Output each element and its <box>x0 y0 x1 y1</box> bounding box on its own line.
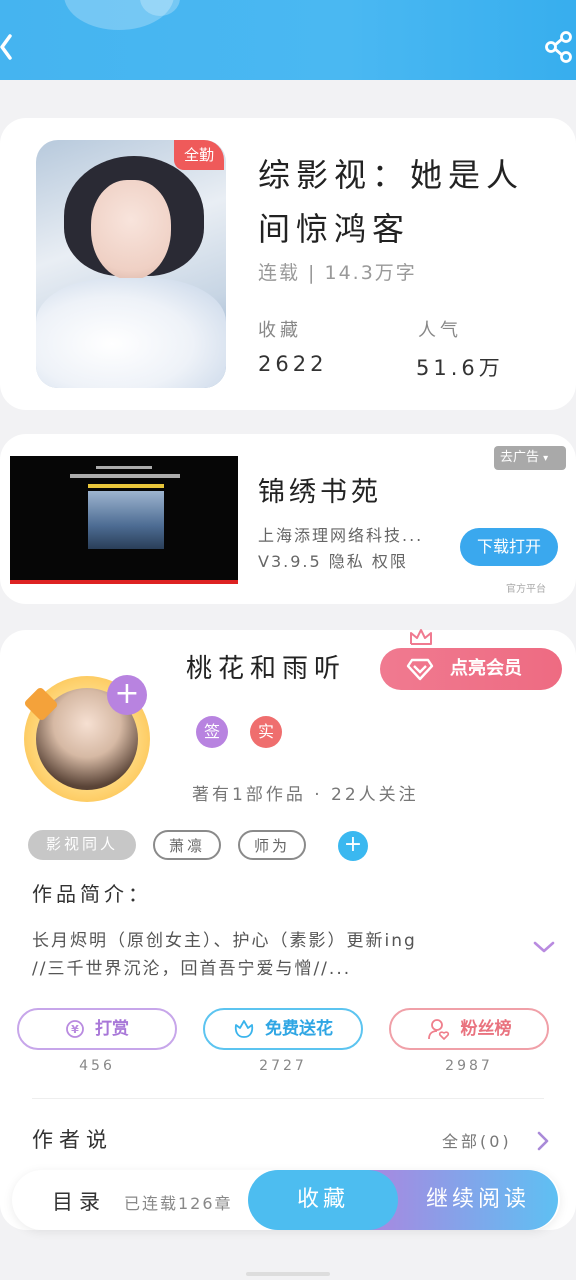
remove-ad-label: 去广告 <box>500 450 540 465</box>
ad-app-meta[interactable]: V3.9.5 隐私 权限 <box>258 548 408 572</box>
ad-download-button[interactable]: 下载打开 <box>460 528 558 566</box>
cover-figure-face <box>91 180 171 280</box>
collect-stat-label: 收藏 <box>258 320 302 341</box>
back-arrow-icon[interactable] <box>0 30 22 64</box>
tag-chip[interactable]: 师为 <box>238 830 306 860</box>
book-cover-image[interactable] <box>36 140 226 388</box>
popularity-stat-value: 51.6万 <box>416 356 504 380</box>
author-name: 桃花和雨听 <box>186 654 347 684</box>
intro-heading: 作品简介： <box>32 882 152 906</box>
chevron-down-icon: ▾ <box>543 453 549 464</box>
full-attendance-badge: 全勤 <box>174 140 224 170</box>
send-flower-button[interactable]: 免费送花 <box>203 1008 363 1050</box>
ad-app-title: 锦绣书苑 <box>258 477 382 508</box>
ad-thumb-photo <box>88 491 164 549</box>
cover-figure-fur <box>36 278 226 388</box>
fan-user-icon <box>427 1019 449 1040</box>
add-to-shelf-button[interactable]: 收藏 <box>248 1170 398 1230</box>
intro-text-line2: //三千世界沉沦，回首吾宁爱与憎//... <box>32 959 352 979</box>
remove-ad-button[interactable]: 去广告 ▾ <box>494 446 566 470</box>
expand-chevron-icon[interactable] <box>532 938 556 956</box>
ad-thumb-caption <box>96 466 152 469</box>
popularity-stat-label: 人气 <box>418 320 462 341</box>
add-tag-button[interactable]: + <box>338 831 368 861</box>
tip-count: 456 <box>79 1058 115 1074</box>
yen-coin-icon: ¥ <box>66 1020 84 1038</box>
book-title-line1: 综影视：她是人 <box>258 156 525 194</box>
ad-thumb-caption <box>70 474 180 478</box>
ad-company-name: 上海添理网络科技... <box>258 526 424 545</box>
serial-chapter-count[interactable]: 已连载126章 <box>124 1190 233 1214</box>
diamond-icon <box>406 658 434 681</box>
fan-ranking-button[interactable]: 粉丝榜 <box>389 1008 549 1050</box>
top-header <box>0 0 576 80</box>
signed-author-badge: 签 <box>196 716 228 748</box>
book-title: 综影视：她是人 间惊鸿客 <box>258 148 548 256</box>
share-icon[interactable] <box>544 30 574 64</box>
author-says-all-link[interactable]: 全部(0) <box>442 1128 512 1152</box>
tip-button[interactable]: ¥ 打赏 <box>17 1008 177 1050</box>
crown-icon <box>410 629 432 645</box>
author-says-heading: 作者说 <box>32 1128 113 1152</box>
fan-count: 2987 <box>445 1058 493 1074</box>
ad-source-label: 官方平台 <box>506 584 546 595</box>
collect-stat-value: 2622 <box>258 352 328 376</box>
flower-icon <box>234 1020 254 1038</box>
ad-thumbnail[interactable] <box>10 456 238 584</box>
ad-card[interactable] <box>0 434 576 604</box>
author-stats: 著有1部作品 · 22人关注 <box>192 785 419 805</box>
ad-thumb-caption <box>88 484 164 488</box>
tag-chip[interactable]: 影视同人 <box>28 830 136 860</box>
divider <box>32 1098 544 1099</box>
send-flower-label: 免费送花 <box>265 1019 333 1039</box>
tag-chip[interactable]: 萧凛 <box>153 830 221 860</box>
ad-progress-bar <box>10 580 238 584</box>
fan-ranking-label: 粉丝榜 <box>460 1019 512 1039</box>
vip-label: 点亮会员 <box>450 658 522 679</box>
flower-count: 2727 <box>259 1058 307 1074</box>
tip-label: 打赏 <box>95 1019 129 1039</box>
verified-author-badge: 实 <box>250 716 282 748</box>
book-status: 连载 | 14.3万字 <box>258 262 417 284</box>
table-of-contents-button[interactable]: 目录 <box>52 1186 106 1216</box>
follow-plus-button[interactable]: + <box>107 675 147 715</box>
chevron-right-icon[interactable] <box>536 1130 550 1152</box>
home-indicator <box>246 1272 330 1276</box>
svg-text:¥: ¥ <box>71 1023 79 1036</box>
book-title-line2: 间惊鸿客 <box>258 210 411 248</box>
intro-text-line1: 长月烬明（原创女主）、护心（素影）更新ing <box>32 931 417 951</box>
